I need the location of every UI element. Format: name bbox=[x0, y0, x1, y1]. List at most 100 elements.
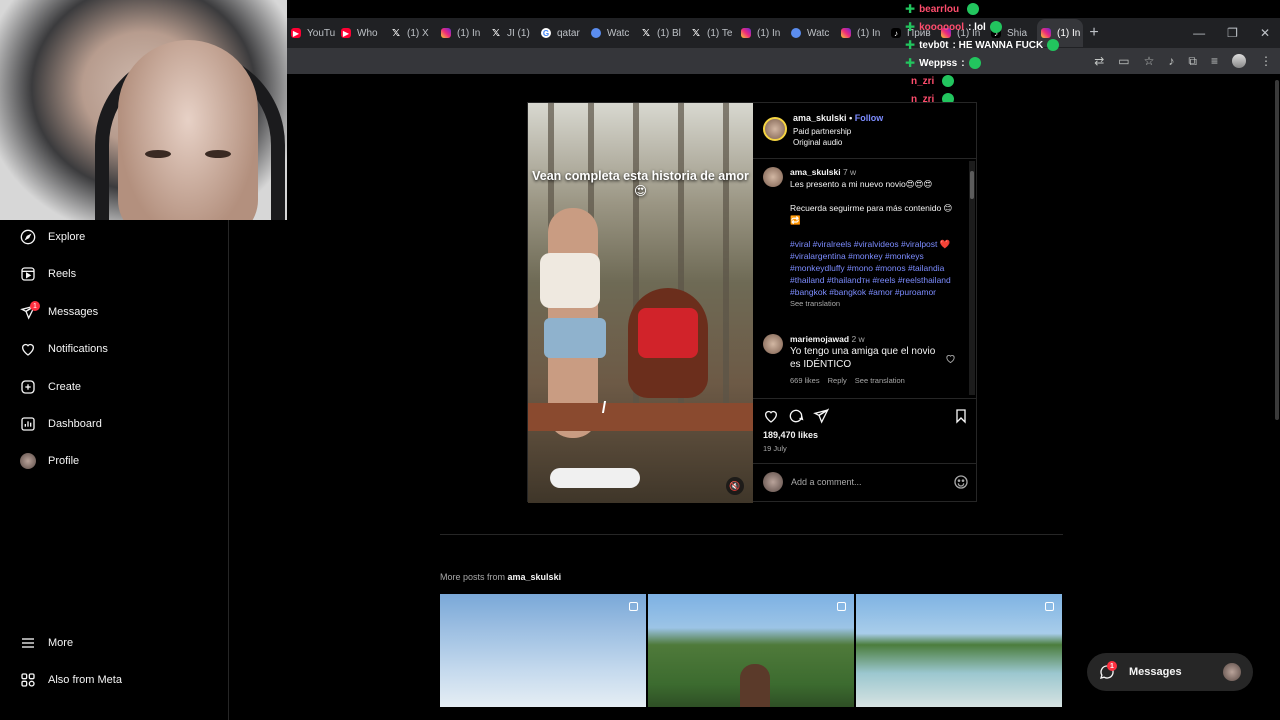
caption-see-translation[interactable]: See translation bbox=[790, 298, 962, 310]
comment-see-translation[interactable]: See translation bbox=[855, 375, 905, 387]
post-video[interactable]: Vean completa esta historia de amor😍 🔇 bbox=[528, 103, 753, 503]
browser-tab[interactable]: ▶ YouTu bbox=[287, 19, 337, 47]
youtube-icon: ▶ bbox=[291, 28, 301, 38]
window-controls: — ❐ ✕ bbox=[1193, 26, 1280, 40]
post-likes-count[interactable]: 189,470 likes bbox=[763, 430, 818, 440]
chat-text: : HE WANNA FUCK bbox=[952, 39, 1044, 51]
comment-icon[interactable] bbox=[788, 408, 804, 424]
page-scrollbar[interactable] bbox=[1275, 80, 1279, 420]
heart-icon bbox=[22, 343, 34, 356]
caption-line-2: Recuerda seguirme para más contenido 😊🔁 bbox=[790, 203, 953, 225]
chat-message: ✚ tevb0t: HE WANNA FUCK bbox=[905, 36, 1075, 54]
sidebar-item-explore[interactable]: Explore bbox=[20, 225, 85, 249]
restore-icon[interactable]: ❐ bbox=[1227, 26, 1238, 40]
minimize-icon[interactable]: — bbox=[1193, 26, 1205, 40]
browser-tab[interactable]: 𝕏 (1) X bbox=[387, 19, 437, 47]
caption-author-avatar[interactable] bbox=[763, 167, 783, 187]
menu-icon bbox=[22, 638, 34, 648]
separator-dot: • bbox=[849, 113, 853, 123]
thumbnail-person bbox=[740, 664, 770, 707]
author-avatar[interactable] bbox=[763, 117, 787, 141]
sidebar-item-reels[interactable]: Reels bbox=[20, 262, 76, 286]
close-icon[interactable]: ✕ bbox=[1260, 26, 1270, 40]
comment-like-heart-icon[interactable] bbox=[945, 353, 956, 364]
share-icon[interactable] bbox=[813, 408, 829, 424]
sidebar-item-label: Dashboard bbox=[48, 418, 102, 430]
browser-menu-icon[interactable]: ⋮ bbox=[1260, 54, 1272, 68]
instagram-icon bbox=[441, 28, 451, 38]
browser-tab[interactable]: 𝕏 JI (1) bbox=[487, 19, 537, 47]
video-person-top bbox=[540, 253, 600, 308]
tiktok-icon: ♪ bbox=[891, 28, 901, 38]
browser-profile-avatar[interactable] bbox=[1232, 54, 1246, 68]
sidebar-item-notifications[interactable]: Notifications bbox=[20, 337, 108, 361]
mute-icon[interactable]: 🔇 bbox=[726, 477, 744, 495]
browser-tab[interactable]: (1) In bbox=[437, 19, 487, 47]
chat-message: ✚ kooooool: lol bbox=[905, 18, 1075, 36]
caption-hashtags[interactable]: #viral #viralreels #viralvideos #viralpo… bbox=[790, 238, 962, 298]
chat-text: : bbox=[961, 57, 965, 69]
sidebar-item-label: More bbox=[48, 637, 74, 649]
more-post-thumbnail[interactable] bbox=[648, 594, 854, 707]
sidebar-item-profile[interactable]: Profile bbox=[20, 449, 79, 473]
comment-username[interactable]: mariemojawad bbox=[790, 334, 849, 344]
video-bench bbox=[528, 403, 753, 431]
comment-likes[interactable]: 669 likes bbox=[790, 375, 820, 387]
browser-tab[interactable]: (1) In bbox=[837, 19, 887, 47]
sidebar-item-also-from-meta[interactable]: Also from Meta bbox=[20, 668, 122, 692]
extensions-icon[interactable]: ⧉ bbox=[1188, 54, 1197, 69]
sidebar-item-label: Explore bbox=[48, 231, 86, 243]
sidebar-item-messages[interactable]: 1 Messages bbox=[20, 300, 98, 324]
paid-partnership-label[interactable]: Paid partnership bbox=[793, 127, 851, 136]
like-heart-icon[interactable] bbox=[763, 408, 779, 424]
reading-list-icon[interactable]: ≡ bbox=[1211, 54, 1218, 68]
chat-emote-icon bbox=[1047, 39, 1060, 51]
follow-button[interactable]: Follow bbox=[855, 113, 884, 123]
dashboard-icon bbox=[21, 417, 35, 431]
chat-badge-icon: ✚ bbox=[905, 20, 916, 34]
instagram-icon bbox=[841, 28, 851, 38]
comment-reply[interactable]: Reply bbox=[828, 375, 847, 387]
sidebar-item-create[interactable]: Create bbox=[20, 375, 81, 399]
caption-username[interactable]: ama_skulski bbox=[790, 167, 841, 177]
browser-tab[interactable]: Watc bbox=[787, 19, 837, 47]
bookmark-icon[interactable] bbox=[953, 408, 969, 424]
new-tab-button[interactable]: + bbox=[1083, 24, 1105, 42]
video-orangutan-shirt bbox=[638, 308, 698, 358]
chat-message: n_zri bbox=[905, 72, 1075, 90]
more-post-thumbnail[interactable] bbox=[440, 594, 646, 707]
avatar bbox=[20, 453, 36, 469]
browser-tab[interactable]: ▶ Who bbox=[337, 19, 387, 47]
comment-text: Yo tengo una amiga que el novio es IDÉNT… bbox=[790, 346, 936, 370]
sidebar-item-more[interactable]: More bbox=[20, 631, 73, 655]
emoji-icon[interactable] bbox=[953, 474, 969, 490]
chat-badge-icon: ✚ bbox=[905, 56, 916, 70]
browser-tab[interactable]: 𝕏 (1) Te bbox=[687, 19, 737, 47]
browser-tab-label: (1) Te bbox=[707, 27, 733, 39]
webcam-overlay bbox=[0, 0, 287, 220]
cast-icon[interactable]: ▭ bbox=[1118, 54, 1129, 68]
comment: mariemojawad 2 w Yo tengo una amiga que … bbox=[790, 333, 940, 387]
chat-username: tevb0t bbox=[919, 39, 949, 51]
more-posts-username[interactable]: ama_skulski bbox=[508, 572, 562, 582]
eye-left bbox=[145, 150, 171, 158]
messages-floating-button[interactable]: 1 Messages bbox=[1087, 653, 1253, 691]
star-icon[interactable]: ☆ bbox=[1144, 54, 1155, 68]
sidebar-item-dashboard[interactable]: Dashboard bbox=[20, 412, 102, 436]
post-modal: Vean completa esta historia de amor😍 🔇 a… bbox=[527, 102, 977, 503]
comments-scroll-thumb[interactable] bbox=[970, 171, 974, 199]
browser-tab-label: (1) X bbox=[407, 27, 429, 39]
browser-tab[interactable]: 𝕏 (1) Bl bbox=[637, 19, 687, 47]
translate-icon[interactable]: ⇄ bbox=[1094, 54, 1104, 68]
more-post-thumbnail[interactable] bbox=[856, 594, 1062, 707]
browser-tab[interactable]: Watc bbox=[587, 19, 637, 47]
add-comment-input[interactable]: Add a comment... bbox=[791, 477, 945, 487]
original-audio-link[interactable]: Original audio bbox=[793, 138, 842, 147]
commenter-avatar[interactable] bbox=[763, 334, 783, 354]
browser-tab[interactable]: Gqatar bbox=[537, 19, 587, 47]
browser-tab[interactable]: (1) In bbox=[737, 19, 787, 47]
author-username[interactable]: ama_skulski bbox=[793, 113, 847, 123]
media-icon[interactable]: ♪ bbox=[1168, 54, 1174, 68]
carousel-icon bbox=[1045, 602, 1054, 611]
sidebar-item-label: Notifications bbox=[48, 343, 108, 355]
